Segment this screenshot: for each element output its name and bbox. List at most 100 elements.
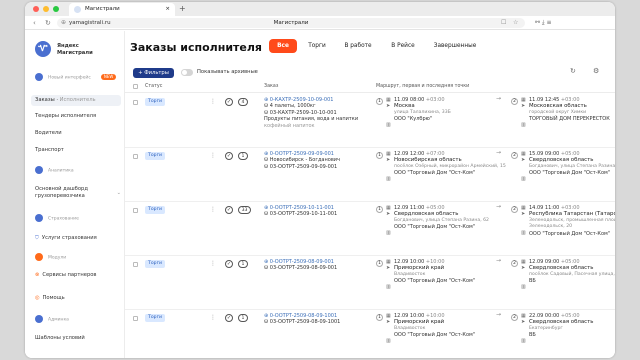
status-badge: Торги bbox=[145, 260, 165, 268]
table-row[interactable]: Торги ⋮ ✓ 33 ⊕ 0-ООТРТ-2509-10-11-001 ⛁ 03-ОО… bbox=[125, 202, 615, 256]
table-row[interactable]: Торги ⋮ ✓ 1 ⊕ 0-ООТРТ-2509-08-09-001 ⛁ 03-ООТ… bbox=[125, 256, 615, 310]
tab-in-trip[interactable]: В Рейсе bbox=[382, 39, 424, 53]
point-number: 1 bbox=[376, 152, 383, 159]
section-modules[interactable]: Модули bbox=[35, 253, 66, 263]
back-icon[interactable]: ‹ bbox=[33, 16, 36, 30]
section-analytics[interactable]: Аналитика bbox=[35, 166, 74, 176]
more-icon[interactable]: ⋮ bbox=[210, 206, 216, 214]
point-organization: ООО "Торговый Дом "Ост-Ком" bbox=[394, 170, 476, 177]
building-icon: ▥ bbox=[521, 176, 526, 182]
tab-bidding[interactable]: Торги bbox=[300, 39, 334, 53]
sidebar: Ꮙ Яндекс Магистрали Новый интерфейс NEW За… bbox=[25, 31, 125, 358]
row-checkbox[interactable] bbox=[133, 262, 138, 267]
gear-icon[interactable]: ⚙ bbox=[593, 67, 599, 75]
tab-in-progress[interactable]: В работе bbox=[337, 39, 379, 53]
more-icon[interactable]: ⋮ bbox=[210, 152, 216, 160]
sidebar-item-dashboard[interactable]: Основной дашборд грузоперевозчика ⌄ bbox=[35, 186, 121, 200]
section-new-interface[interactable]: Новый интерфейс NEW bbox=[35, 73, 117, 83]
row-checkbox[interactable] bbox=[133, 208, 138, 213]
sidebar-item-help[interactable]: ◎ Помощь bbox=[35, 295, 121, 302]
status-badge: Торги bbox=[145, 98, 165, 106]
point-number: 1 bbox=[376, 314, 383, 321]
maximize-window-button[interactable] bbox=[53, 6, 59, 12]
sidebar-item-insurance[interactable]: ⛉ Услуги страхования bbox=[35, 235, 121, 242]
order-info: ⊕ 0-КАХТР-2509-10-09-001 ⛁ 4 палеты, 1000… bbox=[264, 97, 374, 129]
building-icon: ▥ bbox=[521, 230, 526, 236]
location-icon: ➤ bbox=[386, 103, 391, 109]
more-icon[interactable]: ⋮ bbox=[210, 98, 216, 106]
table-row[interactable]: Торги ⋮ ✓ 1 ⊕ 0-ООТРТ-2509-08-09-1001 ⛁ 03-ОО… bbox=[125, 310, 615, 358]
location-icon: ➤ bbox=[386, 157, 391, 163]
sidebar-item-partners[interactable]: ⊗ Сервисы партнеров bbox=[35, 272, 121, 279]
row-checkbox[interactable] bbox=[133, 154, 138, 159]
page-title: Заказы исполнителя bbox=[130, 41, 262, 54]
order-info: ⊕ 0-ООТРТ-2509-08-09-1001 ⛁ 03-ООТРТ-2509… bbox=[264, 313, 374, 326]
point-organization: ТОРГОВЫЙ ДОМ ПЕРЕКРЕСТОК bbox=[529, 116, 610, 123]
section-admin[interactable]: Админка bbox=[35, 315, 69, 325]
row-checkbox[interactable] bbox=[133, 316, 138, 321]
tab-title: Магистрали bbox=[85, 6, 120, 12]
table-row[interactable]: Торги ⋮ ✓ 1 ⊕ 0-ООТРТ-2509-09-09-001 ⛁ Новоси… bbox=[125, 148, 615, 202]
refresh-icon[interactable]: ↻ bbox=[570, 67, 576, 75]
building-icon: ▥ bbox=[386, 284, 391, 290]
bids-count: 1 bbox=[238, 260, 248, 268]
table-header: Статус Заказ Маршрут, первая и последняя… bbox=[125, 81, 615, 93]
bids-count: 1 bbox=[238, 152, 248, 160]
order-sub-id: ⛁ 03-ООТРТ-2509-09-09-001 bbox=[264, 163, 338, 170]
arrow-right-icon: → bbox=[496, 95, 502, 102]
point-number: 2 bbox=[511, 206, 518, 213]
point-number: 1 bbox=[376, 206, 383, 213]
column-header-status: Статус bbox=[145, 84, 163, 89]
more-icon[interactable]: ⋮ bbox=[210, 260, 216, 268]
arrow-right-icon: → bbox=[496, 311, 502, 318]
bids-count: 1 bbox=[238, 314, 248, 322]
filters-button[interactable]: + Фильтры bbox=[133, 68, 174, 78]
status-check-icon: ✓ bbox=[225, 152, 233, 160]
point-number: 2 bbox=[511, 260, 518, 267]
order-info: ⊕ 0-ООТРТ-2509-08-09-001 ⛁ 03-ООТРТ-2509-… bbox=[264, 259, 374, 272]
bookmark-icon[interactable]: ☐ bbox=[501, 18, 506, 28]
arrow-right-icon: → bbox=[496, 257, 502, 264]
section-icon bbox=[35, 166, 43, 174]
sidebar-item-tenders[interactable]: Тендеры исполнителя bbox=[35, 113, 121, 120]
shield-icon: ⛉ bbox=[35, 235, 39, 241]
location-icon: ➤ bbox=[386, 265, 391, 271]
status-check-icon: ✓ bbox=[225, 314, 233, 322]
more-icon[interactable]: ⋮ bbox=[210, 314, 216, 322]
order-sub-id: ⛁ 03-ООТРТ-2509-10-11-001 bbox=[264, 211, 338, 218]
new-tab-button[interactable]: + bbox=[179, 2, 186, 16]
section-insurance[interactable]: Страхование bbox=[35, 214, 79, 224]
point-organization: ООО "Торговый Дом "Ост-Ком" bbox=[529, 230, 611, 237]
extensions-icon[interactable]: ⚯ ⤓ ≡ bbox=[535, 16, 552, 30]
chevron-down-icon: ⌄ bbox=[116, 190, 121, 196]
sidebar-item-transport[interactable]: Транспорт bbox=[35, 147, 121, 154]
section-icon bbox=[35, 214, 43, 222]
reload-icon[interactable]: ↻ bbox=[45, 16, 51, 30]
minimize-window-button[interactable] bbox=[43, 6, 49, 12]
location-icon: ➤ bbox=[521, 157, 526, 163]
url-field[interactable]: ⊕ yamagistrali.ru Магистрали ☐ ☆ bbox=[57, 18, 525, 28]
close-window-button[interactable] bbox=[33, 6, 39, 12]
location-icon: ➤ bbox=[521, 211, 526, 217]
new-badge: NEW bbox=[100, 74, 117, 80]
sidebar-item-drivers[interactable]: Водители bbox=[35, 130, 121, 137]
building-icon: ▥ bbox=[386, 176, 391, 182]
archive-toggle[interactable] bbox=[181, 69, 193, 76]
logo-icon[interactable]: Ꮙ bbox=[35, 41, 51, 57]
star-icon[interactable]: ☆ bbox=[513, 18, 518, 28]
order-sub-id: ⛁ 03-ООТРТ-2509-08-09-001 bbox=[264, 265, 338, 272]
close-tab-icon[interactable]: × bbox=[165, 3, 170, 16]
row-checkbox[interactable] bbox=[133, 100, 138, 105]
table-row[interactable]: Торги ⋮ ✓ 4 ⊕ 0-КАХТР-2509-10-09-001 ⛁ 4 пале… bbox=[125, 94, 615, 148]
status-badge: Торги bbox=[145, 152, 165, 160]
tab-all[interactable]: Все bbox=[269, 39, 297, 53]
location-icon: ➤ bbox=[521, 103, 526, 109]
browser-tab[interactable]: Магистрали × bbox=[69, 3, 175, 16]
sidebar-item-templates[interactable]: Шаблоны условий bbox=[35, 335, 121, 342]
sidebar-item-orders[interactable]: Заказы · Исполнитель bbox=[31, 95, 121, 106]
tab-completed[interactable]: Завершенные bbox=[427, 39, 483, 53]
point-organization: ООО "Торговый Дом "Ост-Ком" bbox=[394, 332, 476, 339]
location-icon: ➤ bbox=[386, 319, 391, 325]
point-organization: ООО "Торговый Дом "Ост-Ком" bbox=[394, 278, 476, 285]
select-all-checkbox[interactable] bbox=[133, 84, 138, 89]
